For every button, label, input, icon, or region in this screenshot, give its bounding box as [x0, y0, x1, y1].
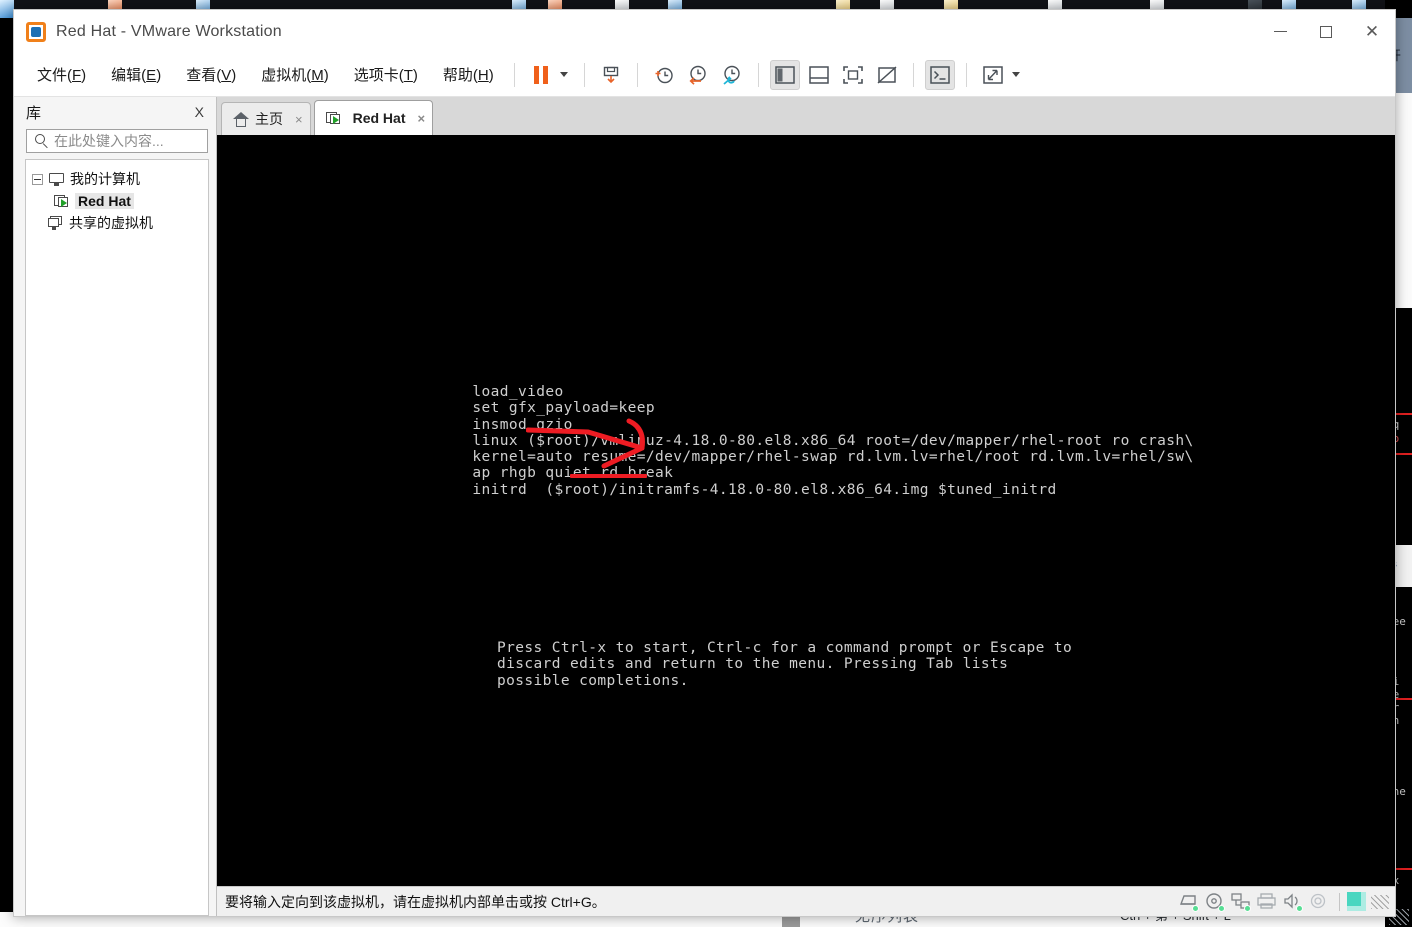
- fullscreen-button[interactable]: [838, 60, 868, 90]
- pause-icon: [533, 65, 548, 84]
- vm-running-icon: [325, 111, 341, 125]
- stretch-dropdown-chevron-down-icon[interactable]: [1011, 72, 1020, 77]
- library-sidebar: 库 X 我的计算机 Red Hat: [14, 97, 245, 916]
- library-header: 库 X: [14, 97, 216, 127]
- show-library-button[interactable]: [769, 59, 800, 90]
- menu-file[interactable]: 文件(F): [26, 60, 97, 89]
- tab-strip-filler: [1369, 97, 1395, 135]
- snapshot-save-icon: [603, 66, 618, 83]
- library-title: 库: [26, 104, 42, 122]
- menu-edit[interactable]: 编辑(E): [100, 60, 172, 89]
- statusbar-separator: [1339, 892, 1340, 911]
- tree-item-my-computer[interactable]: 我的计算机: [26, 168, 208, 190]
- collapse-toggle-icon[interactable]: [32, 173, 43, 185]
- take-snapshot-button[interactable]: [649, 60, 679, 90]
- bottom-panel-icon: [808, 65, 829, 84]
- minimize-button[interactable]: [1257, 10, 1303, 53]
- toolbar-separator: [636, 62, 638, 87]
- resize-grip-icon[interactable]: [1371, 894, 1389, 909]
- unity-off-icon: [877, 65, 897, 84]
- tab-red-hat[interactable]: Red Hat ×: [313, 100, 434, 135]
- menu-tabs[interactable]: 选项卡(T): [343, 60, 429, 89]
- tree-item-label: 我的计算机: [70, 171, 140, 187]
- toolbar-separator: [912, 62, 914, 87]
- maximize-button[interactable]: [1303, 10, 1349, 53]
- shared-vms-icon: [48, 216, 63, 230]
- tree-item-label: 共享的虚拟机: [69, 215, 153, 231]
- clock-back-icon: [689, 65, 706, 85]
- library-tree[interactable]: 我的计算机 Red Hat 共享的虚拟机: [25, 159, 209, 916]
- vm-running-icon: [54, 194, 69, 208]
- tab-label: Red Hat: [352, 110, 406, 126]
- tab-strip: 主页 × Red Hat ×: [217, 97, 1395, 135]
- tab-close-icon[interactable]: ×: [418, 111, 426, 126]
- tree-item-red-hat[interactable]: Red Hat: [26, 190, 208, 212]
- content-area: 主页 × Red Hat × load_video set gfx_payloa…: [217, 97, 1395, 916]
- sticky-note-icon[interactable]: [1347, 892, 1366, 911]
- hard-disk-icon[interactable]: [1178, 892, 1200, 912]
- close-button[interactable]: ✕: [1349, 10, 1395, 53]
- monitor-icon: [49, 172, 64, 186]
- tree-item-label: Red Hat: [75, 193, 134, 209]
- clock-wrench-icon: [723, 65, 740, 85]
- status-message: 要将输入定向到该虚拟机，请在虚拟机内部单击或按 Ctrl+G。: [225, 893, 606, 910]
- suspend-button[interactable]: [526, 60, 556, 90]
- revert-snapshot-button[interactable]: [683, 60, 713, 90]
- sound-card-icon[interactable]: [1282, 892, 1304, 912]
- printer-icon[interactable]: [1256, 892, 1278, 912]
- toolbar-separator: [757, 62, 759, 87]
- terminal-icon: [929, 65, 950, 84]
- vmware-workstation-window: Red Hat - VMware Workstation ✕ 文件(F) 编辑(…: [13, 9, 1396, 917]
- power-dropdown-chevron-down-icon[interactable]: [559, 72, 568, 77]
- menu-help[interactable]: 帮助(H): [432, 60, 505, 89]
- library-search-input[interactable]: [54, 133, 235, 149]
- vm-console-canvas[interactable]: load_video set gfx_payload=keep insmod g…: [218, 135, 1369, 886]
- expand-arrows-icon: [982, 65, 1003, 84]
- grub-help-text: Press Ctrl-x to start, Ctrl-c for a comm…: [497, 640, 1073, 689]
- menu-vm[interactable]: 虚拟机(M): [250, 60, 340, 89]
- tab-label: 主页: [255, 111, 283, 127]
- clock-plus-icon: [655, 67, 673, 83]
- bg-tab-chip: [0, 0, 14, 18]
- fullscreen-icon: [842, 65, 863, 84]
- cd-dvd-icon[interactable]: [1204, 892, 1226, 912]
- toolbar-separator: [513, 62, 515, 87]
- console-button[interactable]: [924, 59, 955, 90]
- menubar-toolbar: 文件(F) 编辑(E) 查看(V) 虚拟机(M) 选项卡(T) 帮助(H): [14, 53, 1395, 97]
- unity-mode-button[interactable]: [872, 60, 902, 90]
- tab-home[interactable]: 主页 ×: [221, 102, 311, 135]
- window-title: Red Hat - VMware Workstation: [56, 22, 282, 40]
- menu-view[interactable]: 查看(V): [175, 60, 247, 89]
- home-icon: [233, 111, 249, 127]
- tab-close-icon[interactable]: ×: [295, 112, 303, 127]
- snapshot-manager-button[interactable]: [596, 60, 626, 90]
- manage-snapshots-button[interactable]: [717, 60, 747, 90]
- tree-item-shared-vms[interactable]: 共享的虚拟机: [26, 212, 208, 234]
- window-titlebar[interactable]: Red Hat - VMware Workstation ✕: [14, 10, 1395, 53]
- window-body: 库 X 我的计算机 Red Hat: [14, 97, 1395, 916]
- window-controls: ✕: [1257, 10, 1395, 53]
- toolbar-separator: [965, 62, 967, 87]
- vm-console-screen[interactable]: load_video set gfx_payload=keep insmod g…: [217, 135, 1395, 886]
- toolbar-separator: [583, 62, 585, 87]
- status-bar: 要将输入定向到该虚拟机，请在虚拟机内部单击或按 Ctrl+G。: [217, 886, 1395, 916]
- vmware-logo-icon: [26, 21, 46, 42]
- grub-edit-lines: load_video set gfx_payload=keep insmod g…: [472, 384, 1194, 498]
- network-adapter-icon[interactable]: [1230, 892, 1252, 912]
- search-icon: [35, 133, 50, 149]
- usb-device-icon[interactable]: [1308, 892, 1330, 912]
- library-close-icon[interactable]: X: [191, 102, 208, 122]
- show-thumbnail-bar-button[interactable]: [804, 60, 834, 90]
- stretch-button[interactable]: [978, 60, 1008, 90]
- sidebar-panel-icon: [774, 65, 795, 84]
- library-search-box[interactable]: [26, 129, 245, 153]
